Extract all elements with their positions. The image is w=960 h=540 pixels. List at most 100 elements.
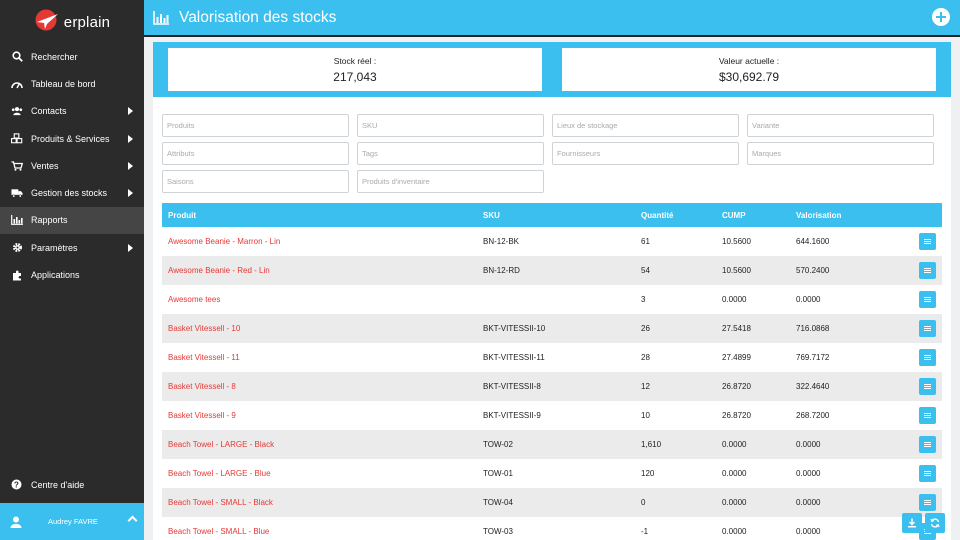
column-header-cump[interactable]: CUMP <box>722 211 796 220</box>
sidebar-item-contacts[interactable]: Contacts <box>0 98 144 125</box>
sidebar-item-gestion-des-stocks[interactable]: Gestion des stocks <box>0 179 144 206</box>
main-panel: Stock réel : 217,043 Valeur actuelle : $… <box>153 42 951 540</box>
column-header-sku[interactable]: SKU <box>483 211 641 220</box>
product-link[interactable]: Awesome tees <box>162 295 483 304</box>
cell-cump: 26.8720 <box>722 411 751 420</box>
sidebar-item-label: Gestion des stocks <box>31 188 108 199</box>
download-button[interactable] <box>902 513 922 533</box>
caret-right-icon <box>128 243 133 252</box>
user-menu[interactable]: Audrey FAVRE <box>0 503 144 540</box>
column-header-produit[interactable]: Produit <box>162 211 483 220</box>
cell-valorisation: 570.2400 <box>796 266 830 275</box>
cell-quantite: 0 <box>641 498 646 507</box>
sidebar-item-rechercher[interactable]: Rechercher <box>0 43 144 70</box>
cell-valorisation: 322.4640 <box>796 382 830 391</box>
row-details-button[interactable] <box>919 494 936 511</box>
floating-actions <box>902 513 945 533</box>
kpi-valeur-actuelle: Valeur actuelle : $30,692.79 <box>562 48 936 91</box>
product-link[interactable]: Basket Vitessell - 10 <box>162 324 483 333</box>
table-header: Produit SKU Quantité CUMP Valorisation <box>162 203 942 227</box>
add-circle-icon[interactable] <box>932 8 950 26</box>
kpi-label: Stock réel : <box>333 56 377 66</box>
caret-right-icon <box>128 189 133 198</box>
filter-fournisseurs-input[interactable] <box>552 142 739 165</box>
svg-text:?: ? <box>14 480 19 489</box>
cell-quantite: 1,610 <box>641 440 662 449</box>
download-icon <box>908 518 916 528</box>
product-link[interactable]: Awesome Beanie - Marron - Lin <box>162 237 483 246</box>
caret-right-icon <box>128 107 133 116</box>
table-row: Basket Vitessell - 9 BKT-VITESSII-9 10 2… <box>162 401 942 430</box>
cell-cump: 0.0000 <box>722 469 747 478</box>
cell-cump: 26.8720 <box>722 382 751 391</box>
row-details-button[interactable] <box>919 378 936 395</box>
product-link[interactable]: Beach Towel - LARGE - Blue <box>162 469 483 478</box>
column-header-valorisation[interactable]: Valorisation <box>796 211 896 220</box>
product-link[interactable]: Beach Towel - SMALL - Black <box>162 498 483 507</box>
kpi-value: $30,692.79 <box>718 70 780 84</box>
product-link[interactable]: Basket Vitessell - 8 <box>162 382 483 391</box>
filter-attributs-input[interactable] <box>162 142 349 165</box>
cell-quantite: 54 <box>641 266 650 275</box>
filter-sku-input[interactable] <box>357 114 544 137</box>
logo[interactable]: erplain <box>0 0 144 40</box>
header-divider <box>144 35 960 37</box>
cell-cump: 0.0000 <box>722 527 747 536</box>
help-center-link[interactable]: ? Centre d'aide <box>0 472 144 498</box>
table-row: Basket Vitessell - 11 BKT-VITESSII-11 28… <box>162 343 942 372</box>
product-link[interactable]: Basket Vitessell - 9 <box>162 411 483 420</box>
product-link[interactable]: Beach Towel - SMALL - Blue <box>162 527 483 536</box>
refresh-button[interactable] <box>925 513 945 533</box>
row-details-button[interactable] <box>919 233 936 250</box>
row-details-button[interactable] <box>919 436 936 453</box>
sidebar-item-parametres[interactable]: Paramètres <box>0 234 144 261</box>
row-details-button[interactable] <box>919 407 936 424</box>
sidebar-item-label: Tableau de bord <box>31 78 96 89</box>
cell-sku: TOW-04 <box>483 498 513 507</box>
cell-quantite: 26 <box>641 324 650 333</box>
row-details-button[interactable] <box>919 262 936 279</box>
sidebar-item-label: Rapports <box>31 215 68 226</box>
cell-quantite: 12 <box>641 382 650 391</box>
logo-plane-icon <box>34 9 62 31</box>
column-header-quantite[interactable]: Quantité <box>641 211 722 220</box>
row-details-button[interactable] <box>919 465 936 482</box>
row-details-button[interactable] <box>919 349 936 366</box>
cell-sku: TOW-02 <box>483 440 513 449</box>
sidebar-item-label: Rechercher <box>31 51 78 62</box>
filter-produits-input[interactable] <box>162 114 349 137</box>
table-row: Awesome Beanie - Red - Lin BN-12-RD 54 1… <box>162 256 942 285</box>
filter-marques-input[interactable] <box>747 142 934 165</box>
help-center-label: Centre d'aide <box>31 480 85 490</box>
app-window: erplain Rechercher Tableau de bord Conta… <box>0 0 960 540</box>
puzzle-icon <box>11 269 23 281</box>
refresh-icon <box>930 518 940 528</box>
chevron-up-icon[interactable] <box>127 515 138 526</box>
table-row: Awesome tees 3 0.0000 0.0000 <box>162 285 942 314</box>
sidebar-item-produits-services[interactable]: Produits & Services <box>0 125 144 152</box>
cell-cump: 0.0000 <box>722 498 747 507</box>
sidebar-item-label: Paramètres <box>31 242 78 253</box>
cell-cump: 0.0000 <box>722 295 747 304</box>
sidebar-item-rapports[interactable]: Rapports <box>0 206 144 235</box>
cell-quantite: 61 <box>641 237 650 246</box>
product-link[interactable]: Beach Towel - LARGE - Black <box>162 440 483 449</box>
filter-saisons-input[interactable] <box>162 170 349 193</box>
filter-inventaire-input[interactable] <box>357 170 544 193</box>
cell-cump: 0.0000 <box>722 440 747 449</box>
sidebar-item-applications[interactable]: Applications <box>0 261 144 288</box>
sidebar-item-ventes[interactable]: Ventes <box>0 152 144 179</box>
row-details-button[interactable] <box>919 320 936 337</box>
filter-lieux-input[interactable] <box>552 114 739 137</box>
sidebar-item-tableau-de-bord[interactable]: Tableau de bord <box>0 70 144 97</box>
filter-panel <box>153 97 951 193</box>
product-link[interactable]: Basket Vitessell - 11 <box>162 353 483 362</box>
caret-right-icon <box>128 161 133 170</box>
filter-tags-input[interactable] <box>357 142 544 165</box>
product-link[interactable]: Awesome Beanie - Red - Lin <box>162 266 483 275</box>
row-details-button[interactable] <box>919 291 936 308</box>
stock-table: Produit SKU Quantité CUMP Valorisation A… <box>162 203 942 540</box>
filter-variante-input[interactable] <box>747 114 934 137</box>
dashboard-icon <box>11 78 23 90</box>
kpi-bar: Stock réel : 217,043 Valeur actuelle : $… <box>153 42 951 97</box>
